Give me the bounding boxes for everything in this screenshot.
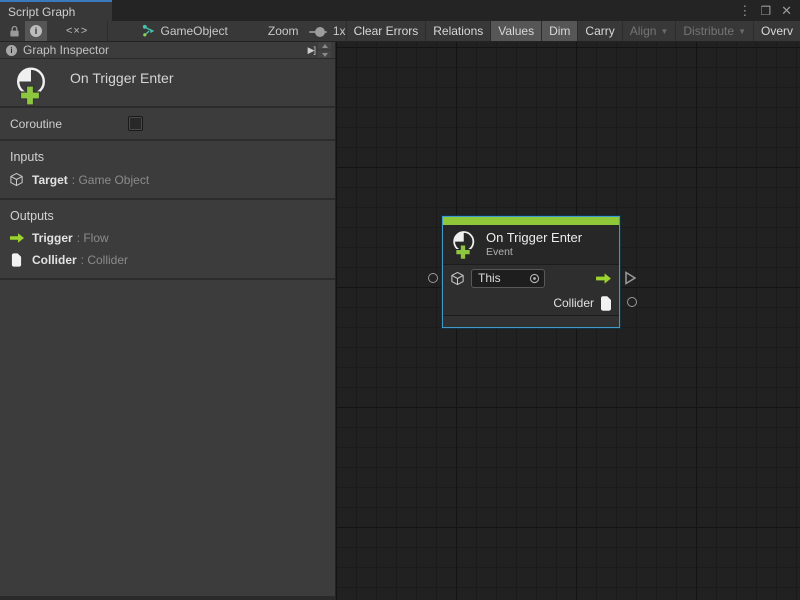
coroutine-row: Coroutine <box>0 108 335 141</box>
toolbar-button-group: Clear Errors Relations Values Dim Carry … <box>346 21 800 41</box>
event-icon <box>451 230 478 260</box>
io-type: : Collider <box>81 253 128 267</box>
unity-script-graph-window: Script Graph ⋮ ❐ ✕ i <×> <box>0 0 800 600</box>
flow-arrow-icon <box>9 232 25 244</box>
relations-button[interactable]: Relations <box>425 21 490 41</box>
panel-scroller <box>318 42 331 58</box>
collider-port-label: Collider <box>553 296 594 310</box>
overview-button[interactable]: Overv <box>753 21 800 41</box>
scroll-down-button[interactable] <box>318 51 331 58</box>
maximize-icon[interactable]: ❐ <box>760 4 771 18</box>
align-dropdown[interactable]: Align ▼ <box>622 21 676 41</box>
window-controls: ⋮ ❐ ✕ <box>738 0 800 21</box>
chevron-down-icon: ▼ <box>738 27 746 36</box>
io-name: Trigger <box>32 231 73 245</box>
io-name: Collider <box>32 253 77 267</box>
main-area: i Graph Inspector ▶] On Trigger Enter <box>0 42 800 600</box>
flow-output-port[interactable] <box>624 271 637 285</box>
node-title: On Trigger Enter <box>486 230 582 246</box>
graph-owner-reference[interactable]: GameObject <box>142 21 228 41</box>
distribute-dropdown[interactable]: Distribute ▼ <box>675 21 753 41</box>
document-icon <box>600 296 612 311</box>
lock-icon <box>9 25 20 38</box>
cube-icon <box>450 271 465 286</box>
clear-errors-button[interactable]: Clear Errors <box>346 21 426 41</box>
node-header: On Trigger Enter Event <box>443 225 619 265</box>
inspector-toggle-button[interactable]: i <box>25 21 47 41</box>
chevron-down-icon: ▼ <box>660 27 668 36</box>
on-trigger-enter-node[interactable]: On Trigger Enter Event This <box>442 216 620 328</box>
target-value: This <box>478 271 529 285</box>
io-row-collider: Collider : Collider <box>0 253 335 267</box>
target-value-field[interactable]: This <box>471 269 545 288</box>
zoom-label: Zoom <box>268 21 299 41</box>
tab-strip: Script Graph ⋮ ❐ ✕ <box>0 0 800 21</box>
lock-button[interactable] <box>4 21 25 41</box>
tab-script-graph[interactable]: Script Graph <box>0 0 112 21</box>
info-icon: i <box>6 45 17 56</box>
io-type: : Flow <box>77 231 109 245</box>
tab-label: Script Graph <box>8 5 75 19</box>
cube-icon <box>9 172 24 187</box>
io-row-target: Target : Game Object <box>0 172 335 187</box>
node-subtitle: Event <box>486 246 582 259</box>
unit-title-block: On Trigger Enter <box>0 59 335 108</box>
triangle-up-icon <box>322 44 328 48</box>
info-icon: i <box>30 25 42 37</box>
inputs-title: Inputs <box>0 150 335 164</box>
outputs-title: Outputs <box>0 209 335 223</box>
flow-arrow-icon <box>595 272 612 285</box>
carry-button[interactable]: Carry <box>577 21 621 41</box>
collider-port-row: Collider <box>443 291 619 315</box>
zoom-value: 1x <box>333 21 346 41</box>
trigger-input-port[interactable] <box>428 273 438 283</box>
node-color-bar <box>443 217 619 225</box>
target-port-row: This <box>443 265 619 291</box>
kebab-menu-icon[interactable]: ⋮ <box>738 3 750 19</box>
io-name: Target <box>32 173 68 187</box>
dim-button[interactable]: Dim <box>541 21 577 41</box>
zoom-slider-handle[interactable] <box>315 27 325 37</box>
values-button[interactable]: Values <box>490 21 541 41</box>
dock-right-icon[interactable]: ▶] <box>308 45 315 56</box>
collider-output-port[interactable] <box>627 297 637 307</box>
unit-title: On Trigger Enter <box>70 70 174 86</box>
coroutine-label: Coroutine <box>10 117 128 131</box>
graph-toolbar: i <×> GameObject Zoom 1x Clear Errors <box>0 21 800 42</box>
event-icon <box>14 66 50 106</box>
object-picker-icon[interactable] <box>529 273 540 284</box>
triangle-down-icon <box>322 53 328 57</box>
document-icon <box>11 253 22 267</box>
graph-inspector-title: Graph Inspector <box>23 43 109 57</box>
graph-inspector-panel: i Graph Inspector ▶] On Trigger Enter <box>0 42 336 600</box>
zoom-slider[interactable] <box>309 21 327 42</box>
graph-inspector-header: i Graph Inspector ▶] <box>0 42 335 59</box>
code-preview-button[interactable]: <×> <box>61 21 93 41</box>
close-icon[interactable]: ✕ <box>781 3 792 19</box>
outputs-section: Outputs Trigger : Flow <box>0 200 335 280</box>
node-body: This Collider <box>443 265 619 315</box>
node-footer <box>443 315 619 327</box>
script-graph-icon <box>142 24 156 38</box>
graph-owner-label: GameObject <box>161 24 228 38</box>
coroutine-checkbox[interactable] <box>128 116 143 131</box>
graph-canvas[interactable]: On Trigger Enter Event This <box>336 42 800 600</box>
scroll-up-button[interactable] <box>318 42 331 49</box>
code-icon: <×> <box>66 25 88 37</box>
io-type: : Game Object <box>72 173 149 187</box>
inputs-section: Inputs Target : Game Object <box>0 141 335 200</box>
io-row-trigger: Trigger : Flow <box>0 231 335 245</box>
